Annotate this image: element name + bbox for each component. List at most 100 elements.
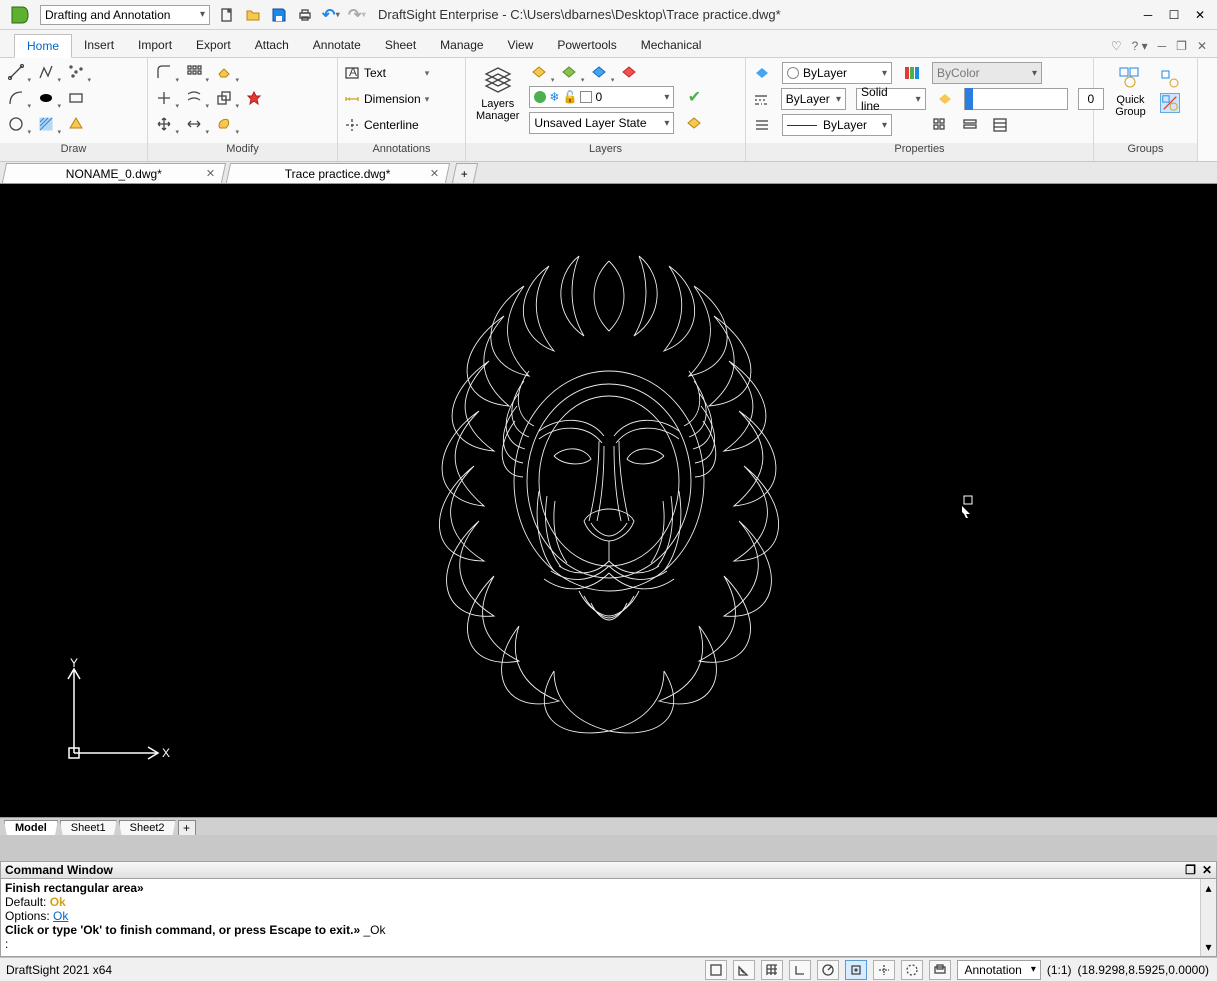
help-icon[interactable]: ? ▾ bbox=[1132, 39, 1148, 53]
scroll-down-icon[interactable]: ▾ bbox=[1205, 940, 1211, 954]
fillet-tool-icon[interactable] bbox=[154, 62, 174, 82]
prop-linetype-selector[interactable]: ByLayer bbox=[781, 88, 846, 110]
layer-state-manage-icon[interactable] bbox=[684, 113, 704, 133]
sb-btn-1[interactable] bbox=[705, 960, 727, 980]
ungroup-icon[interactable] bbox=[1160, 93, 1180, 113]
doc-tab-trace-close-icon[interactable]: ✕ bbox=[430, 167, 439, 180]
inner-minimize-icon[interactable]: ─ bbox=[1158, 39, 1167, 53]
color-palette-icon[interactable] bbox=[902, 63, 922, 83]
maximize-button[interactable]: ☐ bbox=[1163, 4, 1185, 26]
prop-list2-icon[interactable] bbox=[960, 115, 980, 135]
prop-lineweight-selector[interactable]: ByLayer bbox=[782, 114, 892, 136]
favorite-icon[interactable]: ♡ bbox=[1111, 39, 1122, 53]
redo-icon[interactable]: ↷▾ bbox=[348, 6, 366, 24]
cmd-line-3b[interactable]: Ok bbox=[53, 909, 68, 923]
new-file-icon[interactable] bbox=[218, 6, 236, 24]
group-edit-icon[interactable] bbox=[1160, 69, 1180, 89]
hatch-tool-icon[interactable] bbox=[36, 114, 56, 134]
prop-linetype-icon[interactable] bbox=[752, 89, 771, 109]
layers-manager-button[interactable]: LayersManager bbox=[472, 62, 523, 124]
line-tool-icon[interactable] bbox=[6, 62, 26, 82]
layer-selector[interactable]: ❄ 🔓 0 bbox=[529, 86, 674, 108]
ribbon-tab-export[interactable]: Export bbox=[184, 34, 243, 57]
layer-lock-icon[interactable] bbox=[589, 62, 609, 82]
prop-list3-icon[interactable] bbox=[990, 115, 1010, 135]
ribbon-tab-view[interactable]: View bbox=[496, 34, 546, 57]
move-tool-icon[interactable] bbox=[154, 114, 174, 134]
centerline-tool-button[interactable]: Centerline bbox=[344, 114, 429, 136]
cmd-prompt[interactable]: : bbox=[5, 937, 1212, 951]
ribbon-tab-sheet[interactable]: Sheet bbox=[373, 34, 428, 57]
minimize-button[interactable]: ─ bbox=[1137, 4, 1159, 26]
sb-lwt-icon[interactable] bbox=[901, 960, 923, 980]
arc-tool-icon[interactable] bbox=[6, 88, 26, 108]
doc-tab-noname[interactable]: NONAME_0.dwg*✕ bbox=[2, 163, 226, 183]
sb-qinput-icon[interactable] bbox=[929, 960, 951, 980]
trim-tool-icon[interactable] bbox=[154, 88, 174, 108]
inner-close-icon[interactable]: ✕ bbox=[1197, 39, 1207, 53]
offset-tool-icon[interactable] bbox=[184, 88, 204, 108]
ribbon-tab-home[interactable]: Home bbox=[14, 34, 72, 58]
inner-restore-icon[interactable]: ❐ bbox=[1176, 39, 1187, 53]
stretch-tool-icon[interactable] bbox=[184, 114, 204, 134]
drawing-canvas[interactable]: Y X bbox=[0, 184, 1217, 817]
scroll-up-icon[interactable]: ▴ bbox=[1205, 881, 1211, 895]
ribbon-tab-annotate[interactable]: Annotate bbox=[301, 34, 373, 57]
ribbon-tab-insert[interactable]: Insert bbox=[72, 34, 126, 57]
cmd-dock-icon[interactable]: ❐ bbox=[1185, 863, 1196, 877]
sheet-tab-model[interactable]: Model bbox=[4, 820, 58, 835]
sheet-tab-sheet1[interactable]: Sheet1 bbox=[60, 820, 117, 835]
prop-lineweight-icon[interactable] bbox=[752, 115, 772, 135]
prop-color-icon[interactable] bbox=[752, 63, 772, 83]
quick-group-button[interactable]: QuickGroup bbox=[1111, 62, 1150, 120]
layer-state-selector[interactable]: Unsaved Layer State bbox=[529, 112, 674, 134]
print-icon[interactable] bbox=[296, 6, 314, 24]
point-tool-icon[interactable] bbox=[66, 62, 86, 82]
erase-tool-icon[interactable] bbox=[214, 62, 234, 82]
ribbon-tab-powertools[interactable]: Powertools bbox=[545, 34, 628, 57]
text-tool-button[interactable]: AText▾ bbox=[344, 62, 429, 84]
cmd-close-icon[interactable]: ✕ bbox=[1202, 863, 1212, 877]
rectangle-tool-icon[interactable] bbox=[66, 88, 86, 108]
sb-grid-icon[interactable] bbox=[761, 960, 783, 980]
doc-tab-noname-close-icon[interactable]: ✕ bbox=[206, 167, 215, 180]
undo-icon[interactable]: ↶▾ bbox=[322, 6, 340, 24]
polygon-tool-icon[interactable] bbox=[66, 114, 86, 134]
sb-annotation-scale[interactable]: Annotation bbox=[957, 960, 1040, 980]
polyline-tool-icon[interactable] bbox=[36, 62, 56, 82]
transparency-slider[interactable] bbox=[964, 88, 1067, 110]
ellipse-tool-icon[interactable] bbox=[36, 88, 56, 108]
sb-btn-2[interactable] bbox=[733, 960, 755, 980]
prop-linepattern-selector[interactable]: Solid line bbox=[856, 88, 926, 110]
ribbon-tab-attach[interactable]: Attach bbox=[243, 34, 301, 57]
doc-tab-trace[interactable]: Trace practice.dwg*✕ bbox=[226, 163, 450, 183]
close-button[interactable]: ✕ bbox=[1189, 4, 1211, 26]
doc-tab-add-button[interactable]: + bbox=[452, 163, 478, 183]
layer-freeze-icon[interactable] bbox=[559, 62, 579, 82]
prop-plotstyle-selector[interactable]: ByColor bbox=[932, 62, 1042, 84]
layer-iso-icon[interactable] bbox=[529, 62, 549, 82]
layer-off-icon[interactable] bbox=[619, 62, 639, 82]
explode-tool-icon[interactable] bbox=[244, 88, 264, 108]
cmd-scrollbar[interactable]: ▴▾ bbox=[1200, 879, 1216, 956]
layer-apply-icon[interactable]: ✔ bbox=[684, 87, 704, 107]
sb-polar-icon[interactable] bbox=[817, 960, 839, 980]
sb-esnap-icon[interactable] bbox=[845, 960, 867, 980]
scale-tool-icon[interactable] bbox=[214, 88, 234, 108]
prop-color-selector[interactable]: ByLayer bbox=[782, 62, 892, 84]
ribbon-tab-mechanical[interactable]: Mechanical bbox=[629, 34, 714, 57]
command-window-body[interactable]: Finish rectangular area» Default: Ok Opt… bbox=[0, 879, 1217, 957]
save-file-icon[interactable] bbox=[270, 6, 288, 24]
prop-lineweight-button-icon[interactable] bbox=[936, 89, 955, 109]
circle-tool-icon[interactable] bbox=[6, 114, 26, 134]
sheet-tab-sheet2[interactable]: Sheet2 bbox=[119, 820, 176, 835]
sheet-tab-add-button[interactable]: + bbox=[178, 820, 196, 835]
array-tool-icon[interactable] bbox=[184, 62, 204, 82]
ribbon-tab-import[interactable]: Import bbox=[126, 34, 184, 57]
workspace-selector[interactable]: Drafting and Annotation bbox=[40, 5, 210, 25]
sb-ortho-icon[interactable] bbox=[789, 960, 811, 980]
prop-list1-icon[interactable] bbox=[930, 115, 950, 135]
open-file-icon[interactable] bbox=[244, 6, 262, 24]
ribbon-tab-manage[interactable]: Manage bbox=[428, 34, 495, 57]
sb-etrack-icon[interactable] bbox=[873, 960, 895, 980]
